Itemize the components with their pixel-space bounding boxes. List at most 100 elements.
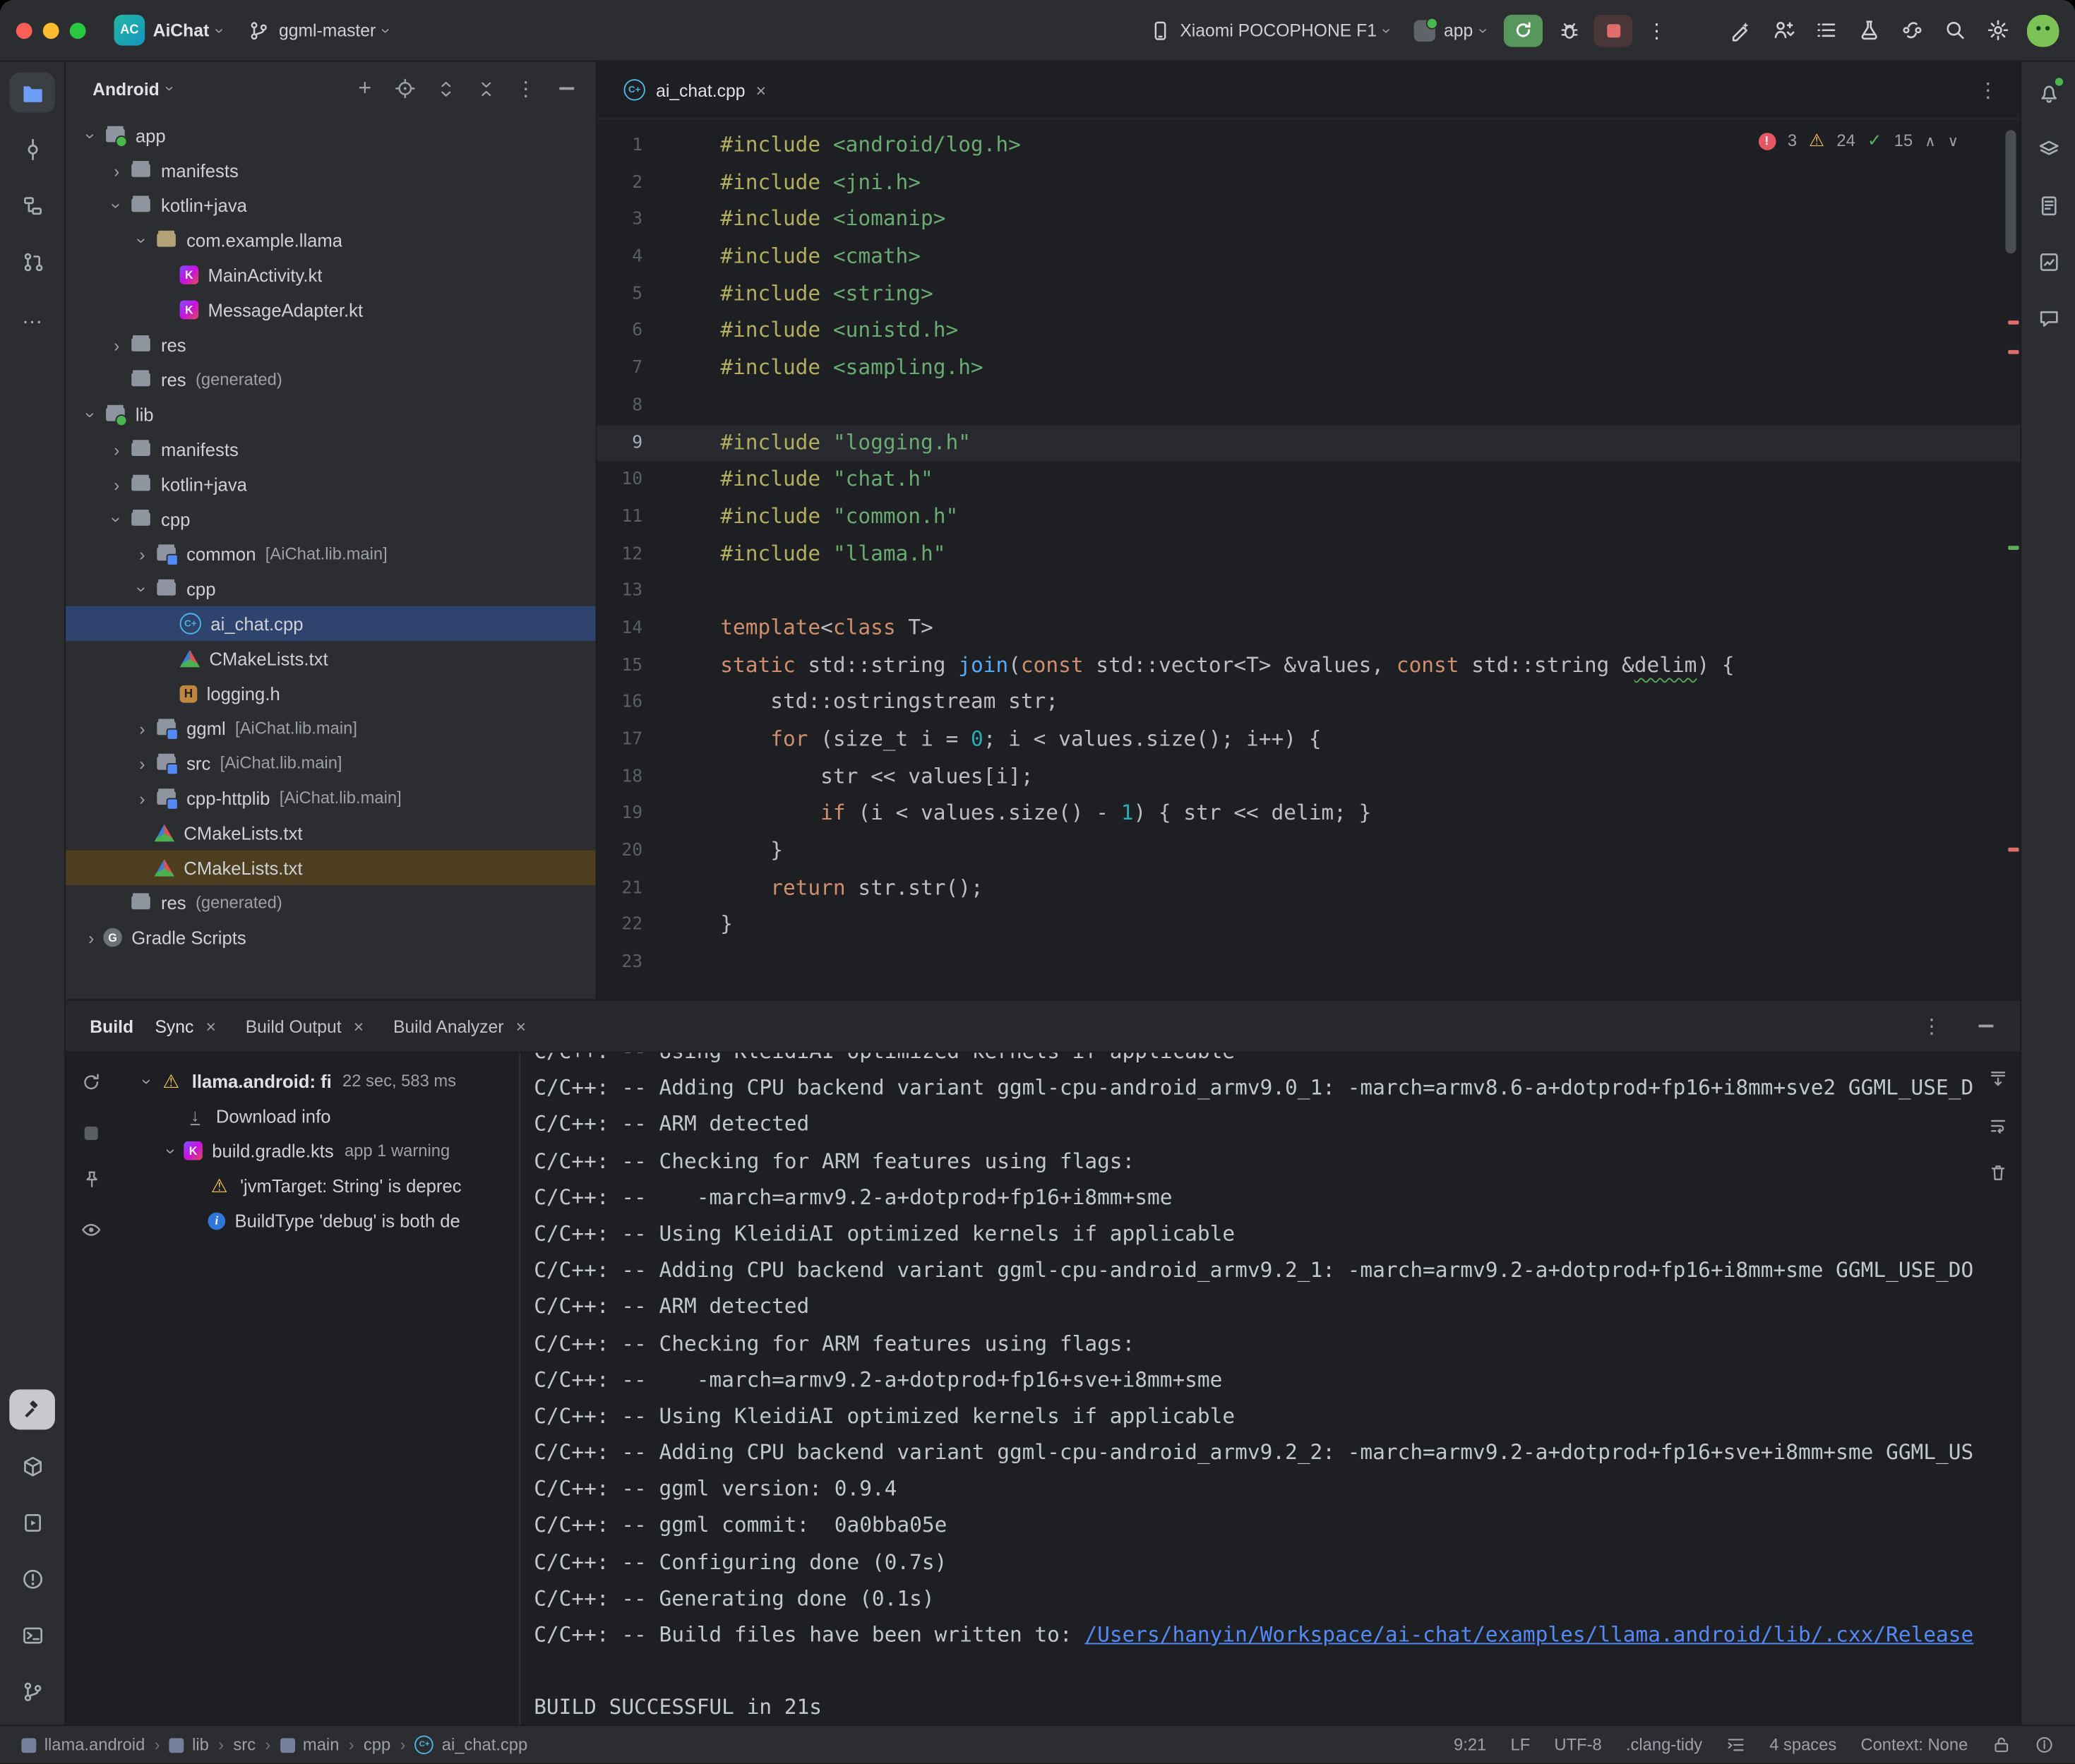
- running-devices-tool-button[interactable]: [9, 1502, 55, 1542]
- chevron-expanded-icon[interactable]: ›: [132, 577, 153, 601]
- build-tree-item-buildtype-debug-is-both-de[interactable]: BuildType 'debug' is both de: [116, 1203, 519, 1237]
- locate-file-button[interactable]: [389, 73, 421, 105]
- error-stripe-mark[interactable]: [2008, 320, 2019, 325]
- line-separator[interactable]: LF: [1510, 1736, 1530, 1755]
- code-review-button[interactable]: [1764, 13, 1802, 47]
- chevron-collapsed-icon[interactable]: ›: [130, 788, 154, 808]
- tree-item-mainactivity-kt[interactable]: MainActivity.kt: [66, 258, 596, 292]
- device-explorer-button[interactable]: [2026, 185, 2071, 225]
- console-link[interactable]: /Users/hanyin/Workspace/ai-chat/examples…: [1084, 1623, 1973, 1647]
- dependencies-tool-button[interactable]: [9, 1446, 55, 1486]
- chevron-expanded-icon[interactable]: ›: [132, 228, 153, 252]
- tree-item-cmakelists-txt[interactable]: CMakeLists.txt: [66, 641, 596, 676]
- terminal-tool-button[interactable]: [9, 1615, 55, 1655]
- build-tab-build-output[interactable]: Build Output×: [246, 1016, 364, 1036]
- line-number[interactable]: 11: [602, 499, 642, 536]
- tree-item-com-example-llama[interactable]: ›com.example.llama: [66, 222, 596, 257]
- line-number[interactable]: 23: [602, 944, 642, 982]
- code-line[interactable]: 12#include "llama.h": [597, 536, 2021, 573]
- line-number[interactable]: 4: [602, 239, 642, 276]
- line-number[interactable]: 17: [602, 721, 642, 759]
- code-line[interactable]: 7#include <sampling.h>: [597, 350, 2021, 388]
- hide-panel-button[interactable]: [550, 73, 582, 105]
- debug-button[interactable]: [1550, 13, 1588, 47]
- plus-button[interactable]: +: [349, 73, 381, 105]
- line-number[interactable]: 13: [602, 573, 642, 611]
- build-options-button[interactable]: ⋮: [1915, 1010, 1948, 1043]
- user-avatar[interactable]: [2027, 14, 2059, 47]
- write-access-icon[interactable]: [1992, 1736, 2011, 1755]
- chevron-collapsed-icon[interactable]: ›: [130, 718, 154, 738]
- indent-style-icon[interactable]: [1726, 1736, 1745, 1755]
- tab-ai-chat-cpp[interactable]: ai_chat.cpp ×: [611, 61, 780, 118]
- build-tab-sync[interactable]: Sync×: [155, 1016, 215, 1036]
- tree-item-manifests[interactable]: ›manifests: [66, 153, 596, 188]
- tree-item-res[interactable]: res(generated): [66, 885, 596, 920]
- search-everywhere-button[interactable]: [1936, 13, 1973, 47]
- tree-item-cmakelists-txt[interactable]: CMakeLists.txt: [66, 815, 596, 850]
- editor-options-button[interactable]: ⋮: [1972, 74, 2004, 107]
- vcs-branch-widget[interactable]: ggml-master ›: [237, 14, 398, 47]
- editor-scrollbar[interactable]: [2006, 130, 2016, 253]
- commit-tool-button[interactable]: [9, 128, 55, 169]
- line-number[interactable]: 6: [602, 313, 642, 351]
- code-line[interactable]: 10#include "chat.h": [597, 462, 2021, 499]
- close-tab-icon[interactable]: ×: [354, 1016, 364, 1036]
- file-encoding[interactable]: UTF-8: [1554, 1736, 1601, 1755]
- chevron-collapsed-icon[interactable]: ›: [130, 753, 154, 774]
- problems-tool-button[interactable]: [9, 1559, 55, 1599]
- chevron-collapsed-icon[interactable]: ›: [104, 160, 128, 181]
- chevron-expanded-icon[interactable]: ›: [107, 507, 127, 531]
- code-area[interactable]: ! 3 ⚠ 24 ✓ 15 ∧ ∨: [597, 119, 2021, 999]
- code-line[interactable]: 23: [597, 944, 2021, 982]
- tree-item-messageadapter-kt[interactable]: MessageAdapter.kt: [66, 292, 596, 327]
- breadcrumb-item-ai-chat-cpp[interactable]: ai_chat.cpp: [415, 1736, 527, 1755]
- line-number[interactable]: 8: [602, 388, 642, 425]
- build-console[interactable]: C/C++: -- Using KleidiAI optimized kerne…: [520, 1053, 2020, 1725]
- tree-item-ggml[interactable]: ›ggml[AiChat.lib.main]: [66, 711, 596, 745]
- version-control-tool-button[interactable]: [9, 1671, 55, 1711]
- preview-button[interactable]: [80, 1219, 102, 1247]
- task-list-button[interactable]: [1807, 13, 1844, 47]
- line-number[interactable]: 16: [602, 685, 642, 722]
- tree-item-manifests[interactable]: ›manifests: [66, 432, 596, 467]
- assistant-button[interactable]: [2026, 298, 2071, 338]
- collapse-all-button[interactable]: [470, 73, 502, 105]
- build-tree-item-jvmtarget-string-is-deprec[interactable]: 'jvmTarget: String' is deprec: [116, 1168, 519, 1203]
- run-config-selector[interactable]: app ›: [1405, 16, 1496, 45]
- tree-item-cpp[interactable]: ›cpp: [66, 571, 596, 606]
- stop-button[interactable]: [1593, 14, 1632, 47]
- code-line[interactable]: 5#include <string>: [597, 276, 2021, 313]
- chevron-collapsed-icon[interactable]: ›: [104, 474, 128, 495]
- tree-item-kotlin-java[interactable]: ›kotlin+java: [66, 188, 596, 222]
- zoom-window-button[interactable]: [70, 22, 86, 38]
- code-line[interactable]: 4#include <cmath>: [597, 239, 2021, 276]
- ai-actions-button[interactable]: [1721, 13, 1759, 47]
- code-line[interactable]: 14template<class T>: [597, 610, 2021, 647]
- resolve-context[interactable]: Context: None: [1860, 1736, 1968, 1755]
- code-line[interactable]: 11#include "common.h": [597, 499, 2021, 536]
- code-line[interactable]: 21 return str.str();: [597, 870, 2021, 908]
- profiler-button[interactable]: [1850, 13, 1887, 47]
- sync-again-button[interactable]: [80, 1072, 102, 1100]
- line-number[interactable]: 21: [602, 870, 642, 908]
- chevron-expanded-icon[interactable]: ›: [107, 193, 127, 217]
- run-button[interactable]: [1504, 14, 1543, 47]
- code-line[interactable]: 8: [597, 388, 2021, 425]
- stop-build-button[interactable]: [85, 1122, 98, 1146]
- tree-item-res[interactable]: res(generated): [66, 362, 596, 397]
- breadcrumb-item-main[interactable]: main: [280, 1736, 340, 1755]
- error-stripe-mark[interactable]: [2008, 350, 2019, 354]
- minimize-window-button[interactable]: [43, 22, 59, 38]
- code-line[interactable]: 2#include <jni.h>: [597, 164, 2021, 202]
- line-number[interactable]: 22: [602, 907, 642, 944]
- breadcrumb-item-llama-android[interactable]: llama.android: [21, 1736, 145, 1755]
- line-number[interactable]: 10: [602, 462, 642, 499]
- close-tab-icon[interactable]: ×: [756, 80, 766, 100]
- code-line[interactable]: 20 }: [597, 833, 2021, 870]
- pin-button[interactable]: [81, 1170, 102, 1196]
- tree-item-gradle-scripts[interactable]: ›Gradle Scripts: [66, 920, 596, 954]
- device-mirroring-button[interactable]: [1893, 13, 1930, 47]
- insights-button[interactable]: [2026, 241, 2071, 282]
- build-tree-item-download-info[interactable]: Download info: [116, 1098, 519, 1133]
